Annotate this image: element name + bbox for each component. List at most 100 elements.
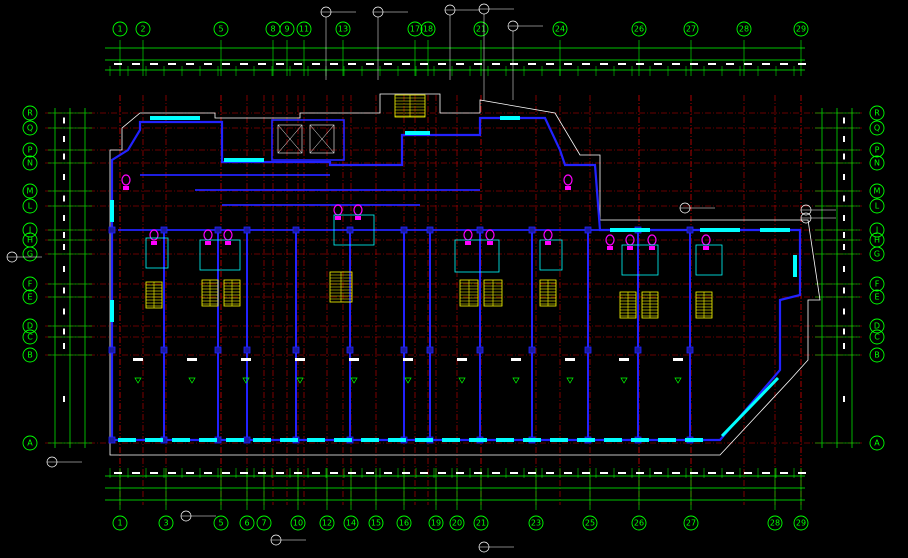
dimension-value-mark [276, 472, 284, 474]
structural-column [476, 346, 484, 354]
dimension-value-mark [474, 472, 482, 474]
circle-marker-icon [46, 456, 82, 468]
dimension-value-mark [222, 63, 230, 65]
circle-marker-icon [800, 204, 836, 216]
dimension-value-mark [63, 266, 65, 272]
svg-text:H: H [874, 236, 880, 245]
circle-marker-icon [507, 20, 543, 32]
axis-bubble-top: 24 [552, 21, 568, 37]
svg-text:29: 29 [796, 519, 806, 528]
window-bottom [145, 438, 163, 442]
structural-column [292, 226, 300, 234]
structural-column [400, 346, 408, 354]
svg-text:E: E [27, 293, 32, 302]
room-tag-marker [620, 377, 628, 384]
structural-column [584, 226, 592, 234]
circle-marker-icon [320, 6, 356, 18]
toilet-icon [463, 229, 473, 245]
toilet-icon [121, 174, 131, 190]
window-side [793, 255, 797, 277]
svg-text:5: 5 [218, 25, 223, 34]
axis-bubble-bottom: 21 [473, 515, 489, 531]
stair-hatch-icon [145, 281, 163, 309]
dimension-value-mark [402, 472, 410, 474]
structural-column [528, 346, 536, 354]
dimension-value-mark [798, 472, 806, 474]
structural-column [243, 226, 251, 234]
floor-plan-drawing: 1 2 5 8 9 11 13 17 18 21 24 26 27 28 291 3 5 6 7 10 12 14 15 16… [6, 3, 885, 553]
axis-bubble-right: R [869, 105, 885, 121]
svg-text:14: 14 [346, 519, 356, 528]
dimension-value-mark [366, 63, 374, 65]
svg-text:1: 1 [117, 25, 122, 34]
toilet-icon [485, 229, 495, 245]
dimension-value-mark [204, 63, 212, 65]
dimension-value-mark [582, 472, 590, 474]
dimension-value-mark [528, 472, 536, 474]
window-upper [150, 116, 200, 120]
axis-bubble-top: 8 [265, 21, 281, 37]
axis-bubble-left: E [22, 289, 38, 305]
dimension-value-mark [168, 63, 176, 65]
axis-bubble-top: 21 [473, 21, 489, 37]
dimension-value-mark [672, 63, 680, 65]
dimension-value-mark [402, 63, 410, 65]
dimension-value-mark [258, 472, 266, 474]
window-bottom [307, 438, 325, 442]
axis-bubble-top: 9 [279, 21, 295, 37]
window-bottom [388, 438, 406, 442]
window-upper [500, 116, 520, 120]
svg-text:29: 29 [796, 25, 806, 34]
svg-text:F: F [28, 280, 33, 289]
svg-text:L: L [875, 202, 880, 211]
dimension-value-mark [843, 343, 845, 349]
structural-column [634, 346, 642, 354]
dimension-value-mark [240, 63, 248, 65]
svg-text:19: 19 [431, 519, 441, 528]
axis-bubble-right: F [869, 276, 885, 292]
dimension-value-mark [600, 63, 608, 65]
svg-text:8: 8 [270, 25, 275, 34]
axis-bubble-bottom: 15 [368, 515, 384, 531]
dimension-value-mark [348, 63, 356, 65]
exterior-wall [110, 116, 802, 443]
stair-hatch-icon [619, 291, 637, 319]
room-tag-marker [188, 377, 196, 384]
dimension-value-mark [312, 63, 320, 65]
grid-axis-lines [45, 95, 862, 505]
dimension-value-mark [456, 472, 464, 474]
room-tag-marker [458, 377, 466, 384]
circle-marker-icon [478, 3, 514, 15]
window-bottom [361, 438, 379, 442]
dimension-value-mark [843, 244, 845, 250]
structural-column [426, 346, 434, 354]
axis-bubble-left: D [22, 318, 38, 334]
svg-text:12: 12 [322, 519, 332, 528]
structural-column [108, 226, 116, 234]
svg-text:M: M [874, 187, 881, 196]
dimension-value-mark [843, 153, 845, 160]
axis-bubble-bottom: 19 [428, 515, 444, 531]
stair-hatch-icon [695, 291, 713, 319]
dimension-value-mark [222, 472, 230, 474]
axis-bubble-left: P [22, 142, 38, 158]
axis-bubble-top: 1 [112, 21, 128, 37]
axis-bubble-bottom: 14 [343, 515, 359, 531]
circle-marker-icon [800, 212, 836, 224]
window-openings [110, 116, 797, 442]
dimension-value-mark [726, 63, 734, 65]
axis-bubble-right: G [869, 246, 885, 262]
structural-column [426, 226, 434, 234]
structural-column [214, 226, 222, 234]
axis-bubble-top: 18 [420, 21, 436, 37]
dimension-value-mark [672, 472, 680, 474]
dimension-value-mark [204, 472, 212, 474]
svg-text:13: 13 [338, 25, 348, 34]
dimension-value-mark [63, 287, 65, 294]
structural-column [346, 346, 354, 354]
window-bottom [604, 438, 622, 442]
dimension-value-mark [726, 472, 734, 474]
dimension-value-mark [330, 472, 338, 474]
axis-bubble-right: B [869, 347, 885, 363]
svg-text:1: 1 [117, 519, 122, 528]
